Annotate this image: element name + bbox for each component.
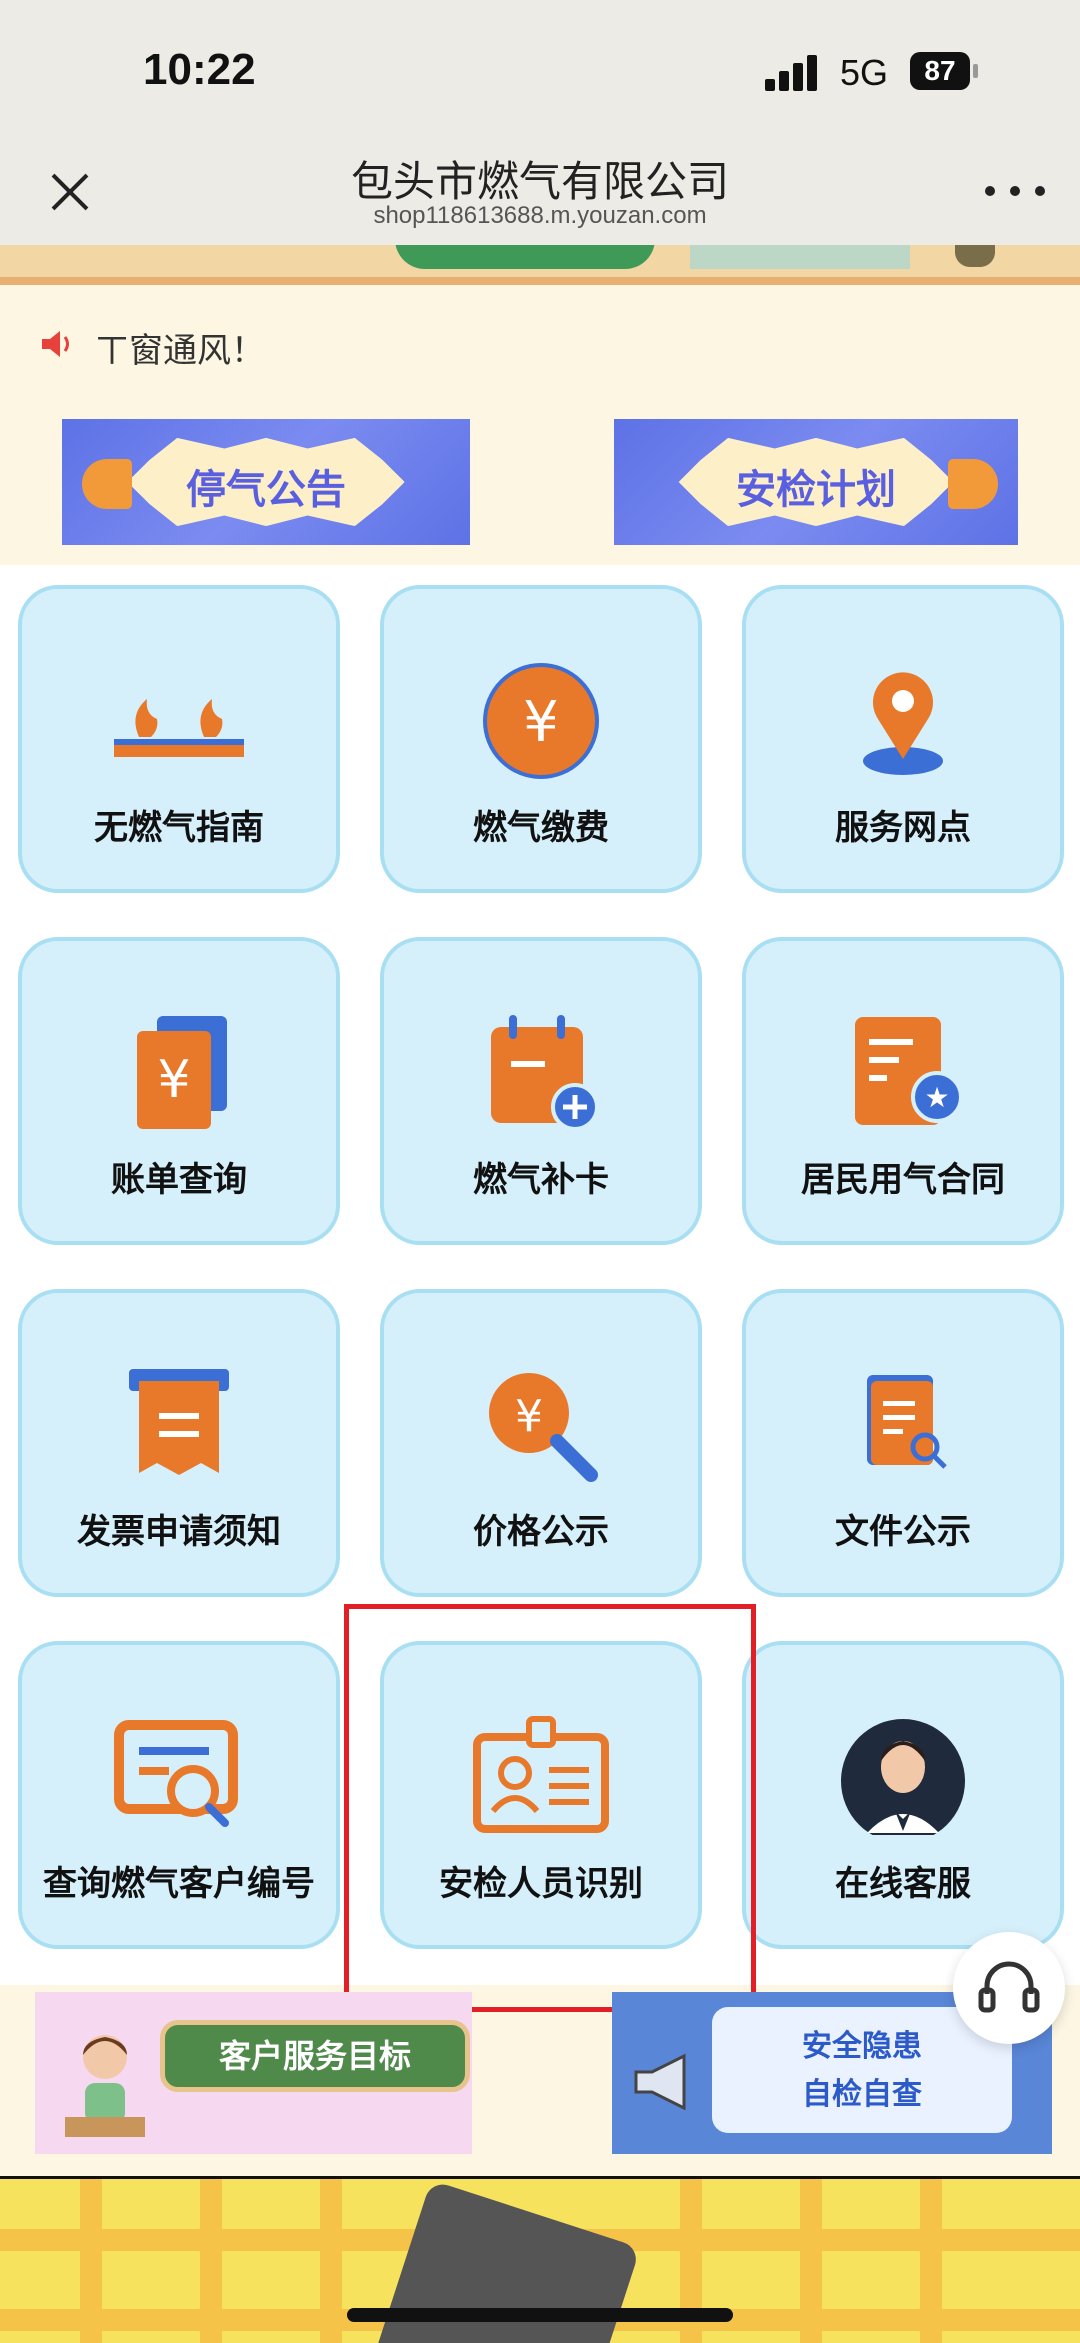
notice-section: ㄒ窗通风！ 停气公告 安检计划 [0, 285, 1080, 565]
tile-label: 无燃气指南 [94, 808, 264, 848]
agent-icon [841, 1719, 965, 1835]
service-goal-banner[interactable]: 客户服务目标 [35, 1992, 472, 2154]
safety-title-line2: 自检自查 [802, 2077, 922, 2112]
home-indicator[interactable] [347, 2308, 733, 2322]
svg-text:¥: ¥ [515, 1391, 543, 1442]
tile-residential-contract[interactable]: ★ 居民用气合同 [742, 937, 1064, 1245]
more-icon[interactable] [980, 176, 1050, 206]
signal-icon [765, 55, 825, 91]
tile-no-gas-guide[interactable]: 无燃气指南 [18, 585, 340, 893]
outage-notice-banner[interactable]: 停气公告 [62, 419, 470, 545]
person-illustration-icon [65, 2035, 145, 2137]
tile-price-disclosure[interactable]: ¥ 价格公示 [380, 1289, 702, 1597]
tile-label: 价格公示 [473, 1512, 609, 1552]
inspection-plan-banner[interactable]: 安检计划 [614, 419, 1018, 545]
customer-service-float-button[interactable] [953, 1932, 1065, 2044]
tile-label: 文件公示 [835, 1512, 971, 1552]
document-search-icon [867, 1375, 947, 1469]
banner-label: 安检计划 [736, 467, 896, 513]
calendar-add-icon [491, 1015, 599, 1131]
nav-bar: 包头市燃气有限公司 shop118613688.m.youzan.com [0, 140, 1080, 245]
headset-icon [978, 1961, 1040, 2013]
price-search-icon: ¥ [489, 1373, 598, 1482]
location-pin-icon [863, 672, 943, 775]
tile-label: 燃气补卡 [473, 1160, 609, 1200]
tile-customer-number-lookup[interactable]: 查询燃气客户编号 [18, 1641, 340, 1949]
header-decoration [0, 245, 1080, 285]
battery-icon: 87 [910, 52, 978, 90]
tile-label: 燃气缴费 [473, 808, 609, 848]
tile-service-outlets[interactable]: 服务网点 [742, 585, 1064, 893]
tile-gas-card-reissue[interactable]: 燃气补卡 [380, 937, 702, 1245]
bill-icon: ¥ [137, 1016, 227, 1129]
tile-label: 在线客服 [835, 1864, 971, 1904]
tile-bill-inquiry[interactable]: ¥ 账单查询 [18, 937, 340, 1245]
network-type: 5G [840, 52, 889, 93]
tile-label: 发票申请须知 [77, 1512, 281, 1552]
svg-text:¥: ¥ [523, 690, 559, 755]
highlight-box [344, 1604, 756, 2012]
service-goal-label: 客户服务目标 [160, 2020, 470, 2092]
tile-label: 服务网点 [835, 808, 971, 848]
flame-icon [114, 699, 244, 757]
contract-icon: ★ [855, 1017, 963, 1125]
svg-text:★: ★ [924, 1081, 949, 1114]
banner-label: 停气公告 [186, 467, 346, 513]
tile-document-disclosure[interactable]: 文件公示 [742, 1289, 1064, 1597]
svg-text:¥: ¥ [157, 1050, 190, 1110]
speaker-icon [42, 331, 69, 357]
yuan-coin-icon: ¥ [483, 663, 599, 779]
tile-gas-payment[interactable]: ¥ 燃气缴费 [380, 585, 702, 893]
tile-label: 居民用气合同 [801, 1160, 1005, 1200]
notice-text: ㄒ窗通风！ [95, 331, 265, 371]
page-title: 包头市燃气有限公司 [350, 157, 729, 206]
status-bar: 10:22 5G 87 [0, 0, 1080, 140]
page-url: shop118613688.m.youzan.com [373, 202, 707, 229]
tile-online-service[interactable]: 在线客服 [742, 1641, 1064, 1949]
tile-label: 账单查询 [111, 1160, 247, 1200]
search-card-icon [114, 1720, 238, 1827]
status-time: 10:22 [143, 45, 256, 94]
megaphone-icon [634, 2053, 686, 2111]
tile-label: 查询燃气客户编号 [43, 1864, 315, 1904]
invoice-icon [129, 1369, 229, 1475]
tile-invoice-notice[interactable]: 发票申请须知 [18, 1289, 340, 1597]
